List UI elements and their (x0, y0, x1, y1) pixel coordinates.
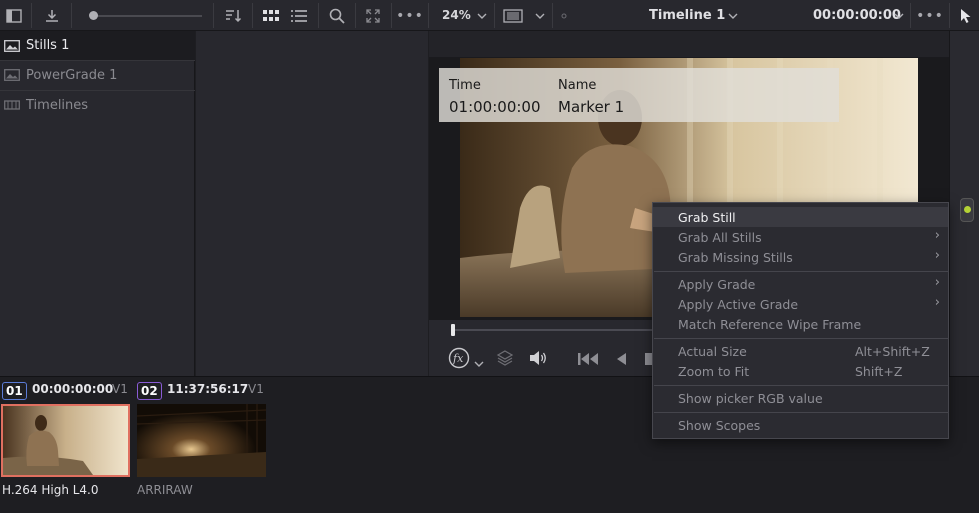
chevron-down-icon[interactable] (726, 0, 740, 31)
pointer-tool-icon[interactable] (954, 0, 978, 31)
menu-shortcut: Alt+Shift+Z (855, 344, 930, 359)
powergrade-album-icon (4, 69, 20, 81)
list-view-icon[interactable] (286, 0, 312, 31)
status-dot-icon (558, 0, 570, 31)
top-toolbar: ••• 24% Timeline 1 00:00:00:00 ••• (0, 0, 979, 31)
viewer-header (429, 31, 949, 58)
clip-number-badge: 01 (2, 382, 27, 400)
skip-to-start-icon[interactable] (577, 351, 599, 370)
chevron-right-icon: › (934, 228, 940, 243)
viewer-context-menu: Grab Still Grab All Stills › Grab Missin… (652, 202, 949, 439)
sort-icon[interactable] (219, 0, 249, 31)
timecode-display[interactable]: 00:00:00:00 (813, 8, 901, 23)
panel-toggle-icon[interactable] (0, 0, 28, 31)
album-sidebar: Stills 1 PowerGrade 1 Timelines (0, 31, 195, 376)
playhead-handle[interactable] (451, 324, 455, 336)
volume-icon[interactable] (528, 349, 548, 371)
chevron-right-icon: › (934, 295, 940, 310)
clip-number-badge: 02 (137, 382, 162, 400)
layers-icon[interactable] (496, 349, 514, 371)
fullscreen-icon[interactable] (358, 0, 388, 31)
import-still-icon[interactable] (34, 0, 70, 31)
svg-text:fx: fx (452, 352, 464, 365)
node-connector-handle[interactable] (960, 198, 974, 222)
clip-codec-label: H.264 High L4.0 (2, 483, 99, 497)
menu-item-apply-grade[interactable]: Apply Grade › (653, 274, 948, 294)
viewer-zoom-level[interactable]: 24% (442, 8, 471, 22)
marker-info-overlay: Time Name 01:00:00:00 Marker 1 (439, 68, 839, 122)
menu-divider (654, 338, 949, 339)
sidebar-item-label: Stills 1 (26, 38, 70, 53)
menu-item-zoom-to-fit[interactable]: Zoom to Fit Shift+Z (653, 361, 948, 381)
menu-item-show-scopes[interactable]: Show Scopes (653, 415, 948, 435)
sidebar-item-stills[interactable]: Stills 1 (0, 31, 195, 60)
menu-divider (654, 412, 949, 413)
sidebar-item-timelines[interactable]: Timelines (0, 90, 195, 119)
menu-item-grab-all-stills[interactable]: Grab All Stills › (653, 227, 948, 247)
sidebar-item-label: Timelines (26, 97, 89, 113)
clip-timecode: 11:37:56:17 (167, 382, 249, 396)
chevron-down-icon[interactable] (892, 0, 906, 31)
clip-track-label: V1 (112, 382, 128, 396)
chevron-down-icon[interactable] (474, 0, 490, 31)
clip-thumbnail-01[interactable] (1, 404, 130, 477)
chevron-right-icon: › (934, 248, 940, 263)
menu-item-apply-active-grade[interactable]: Apply Active Grade › (653, 294, 948, 314)
chevron-down-icon[interactable] (532, 0, 548, 31)
clip-codec-label: ARRIRAW (137, 483, 193, 497)
chevron-down-icon[interactable] (474, 352, 484, 371)
clip-timecode: 00:00:00:00 (32, 382, 114, 396)
clip-track-label: V1 (248, 382, 264, 396)
viewer-mode-icon[interactable] (500, 0, 526, 31)
stills-album-icon (4, 39, 20, 52)
menu-item-grab-still[interactable]: Grab Still (653, 207, 948, 227)
thumbnail-size-slider-knob[interactable] (89, 11, 98, 20)
marker-name-label: Name (558, 78, 597, 93)
menu-item-show-picker-rgb-value[interactable]: Show picker RGB value (653, 388, 948, 408)
thumbnail-size-slider[interactable] (90, 15, 202, 17)
search-icon[interactable] (322, 0, 352, 31)
play-reverse-icon[interactable] (615, 351, 627, 370)
scrubber-track[interactable] (451, 329, 661, 331)
menu-item-match-reference-wipe-frame[interactable]: Match Reference Wipe Frame (653, 314, 948, 334)
grid-view-icon[interactable] (258, 0, 284, 31)
menu-item-grab-missing-stills[interactable]: Grab Missing Stills › (653, 247, 948, 267)
marker-name-value: Marker 1 (558, 98, 625, 116)
timelines-album-icon (4, 99, 20, 111)
marker-time-label: Time (449, 78, 481, 93)
stills-gallery[interactable] (196, 31, 428, 376)
menu-shortcut: Shift+Z (855, 364, 903, 379)
sidebar-item-powergrade[interactable]: PowerGrade 1 (0, 60, 195, 89)
clip-thumbnail-02[interactable] (137, 404, 266, 477)
gallery-options-icon[interactable]: ••• (394, 0, 426, 31)
viewer-options-icon[interactable]: ••• (914, 0, 946, 31)
menu-item-actual-size[interactable]: Actual Size Alt+Shift+Z (653, 341, 948, 361)
chevron-right-icon: › (934, 275, 940, 290)
menu-divider (654, 385, 949, 386)
timeline-selector[interactable]: Timeline 1 (649, 8, 725, 23)
marker-time-value: 01:00:00:00 (449, 98, 541, 116)
sidebar-item-label: PowerGrade 1 (26, 67, 118, 83)
fx-icon[interactable]: fx (448, 347, 470, 373)
menu-divider (654, 271, 949, 272)
